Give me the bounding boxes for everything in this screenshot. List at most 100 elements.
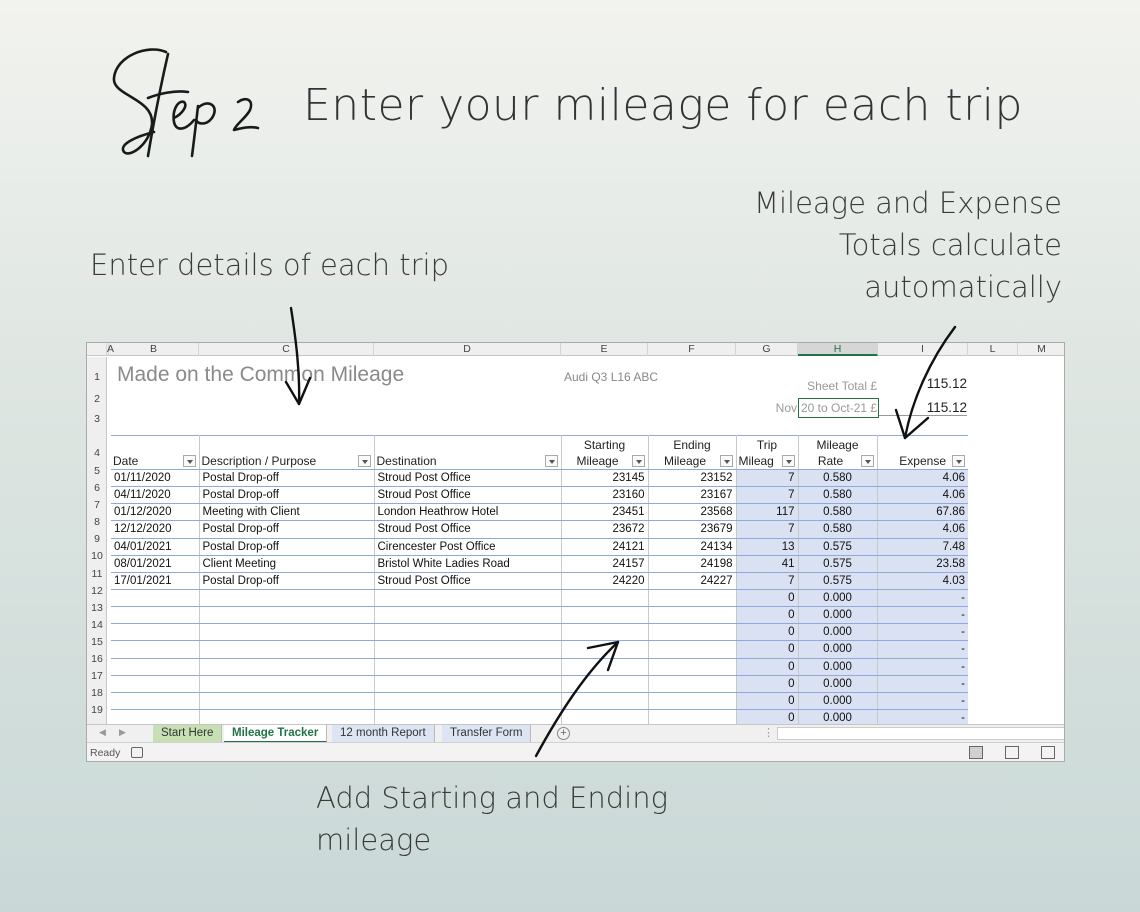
date-cell[interactable]: 01/11/2020 [111, 469, 200, 488]
date-cell[interactable] [111, 589, 200, 608]
normal-view-icon[interactable] [969, 746, 983, 759]
date-cell[interactable] [111, 606, 200, 625]
starting-mileage-cell[interactable] [561, 606, 649, 625]
header-description[interactable]: Description / Purpose [199, 435, 375, 470]
description-cell[interactable] [199, 675, 375, 693]
trip-mileage-cell[interactable]: 7 [736, 520, 799, 539]
trip-mileage-cell[interactable]: 0 [736, 623, 799, 642]
row-header[interactable]: 4 [87, 447, 107, 459]
column-header[interactable]: F [648, 343, 736, 356]
ending-mileage-cell[interactable]: 24227 [648, 572, 737, 590]
ending-mileage-cell[interactable] [648, 606, 737, 625]
header-destination[interactable]: Destination [374, 435, 562, 470]
starting-mileage-cell[interactable] [561, 623, 649, 642]
starting-mileage-cell[interactable]: 23672 [561, 520, 649, 539]
row-header[interactable]: 13 [87, 602, 107, 614]
rate-cell[interactable]: 0.000 [798, 675, 878, 693]
ending-mileage-cell[interactable] [648, 640, 737, 659]
row-header[interactable]: 19 [87, 704, 107, 716]
description-cell[interactable] [199, 623, 375, 642]
rate-cell[interactable]: 0.000 [798, 692, 878, 710]
date-cell[interactable] [111, 675, 200, 693]
trip-mileage-cell[interactable]: 7 [736, 469, 799, 488]
macro-record-icon[interactable] [131, 747, 143, 758]
rate-cell[interactable]: 0.000 [798, 658, 878, 676]
date-cell[interactable]: 08/01/2021 [111, 555, 200, 573]
expense-cell[interactable]: - [877, 606, 968, 625]
destination-cell[interactable]: Bristol White Ladies Road [374, 555, 562, 573]
filter-dropdown-icon[interactable] [631, 455, 645, 467]
column-header[interactable]: H [798, 343, 878, 356]
starting-mileage-cell[interactable]: 23160 [561, 486, 649, 505]
expense-cell[interactable]: 4.03 [877, 572, 968, 590]
trip-mileage-cell[interactable]: 0 [736, 675, 799, 693]
trip-mileage-cell[interactable]: 117 [736, 503, 799, 522]
expense-cell[interactable]: 23.58 [877, 555, 968, 573]
header-trip-mileage[interactable]: Trip Mileag [736, 435, 799, 470]
description-cell[interactable] [199, 640, 375, 659]
date-cell[interactable]: 17/01/2021 [111, 572, 200, 590]
rate-cell[interactable]: 0.575 [798, 538, 878, 556]
date-cell[interactable] [111, 640, 200, 659]
trip-mileage-cell[interactable]: 41 [736, 555, 799, 573]
row-header[interactable]: 18 [87, 687, 107, 699]
starting-mileage-cell[interactable]: 24121 [561, 538, 649, 556]
rate-cell[interactable]: 0.000 [798, 623, 878, 642]
row-header[interactable]: 15 [87, 636, 107, 648]
row-header[interactable]: 3 [87, 413, 107, 425]
description-cell[interactable]: Meeting with Client [199, 503, 375, 522]
sheet-title[interactable]: Made on the Common Mileage [117, 363, 404, 387]
trip-mileage-cell[interactable]: 7 [736, 572, 799, 590]
ending-mileage-cell[interactable]: 23679 [648, 520, 737, 539]
trip-mileage-cell[interactable]: 0 [736, 692, 799, 710]
filter-dropdown-icon[interactable] [860, 455, 874, 467]
column-header[interactable]: E [561, 343, 648, 356]
page-layout-view-icon[interactable] [1005, 746, 1019, 759]
starting-mileage-cell[interactable] [561, 675, 649, 693]
rate-cell[interactable]: 0.580 [798, 486, 878, 505]
trip-mileage-cell[interactable]: 7 [736, 486, 799, 505]
header-expense[interactable]: Expense [877, 435, 968, 470]
expense-cell[interactable]: - [877, 589, 968, 608]
sheet-total-value[interactable]: 115.12 [879, 376, 967, 391]
description-cell[interactable]: Postal Drop-off [199, 538, 375, 556]
starting-mileage-cell[interactable]: 23451 [561, 503, 649, 522]
expense-cell[interactable]: 67.86 [877, 503, 968, 522]
add-sheet-icon[interactable]: + [557, 727, 570, 740]
ending-mileage-cell[interactable] [648, 675, 737, 693]
date-cell[interactable]: 01/12/2020 [111, 503, 200, 522]
ending-mileage-cell[interactable] [648, 692, 737, 710]
filter-dropdown-icon[interactable] [719, 455, 733, 467]
row-header[interactable]: 2 [87, 393, 107, 405]
ending-mileage-cell[interactable]: 24134 [648, 538, 737, 556]
description-cell[interactable]: Postal Drop-off [199, 469, 375, 488]
date-cell[interactable] [111, 623, 200, 642]
trip-mileage-cell[interactable]: 0 [736, 658, 799, 676]
ending-mileage-cell[interactable]: 23167 [648, 486, 737, 505]
date-cell[interactable]: 04/01/2021 [111, 538, 200, 556]
header-starting-mileage[interactable]: Starting Mileage [561, 435, 649, 470]
destination-cell[interactable] [374, 623, 562, 642]
rate-cell[interactable]: 0.000 [798, 606, 878, 625]
row-header[interactable]: 16 [87, 653, 107, 665]
destination-cell[interactable] [374, 640, 562, 659]
expense-cell[interactable]: 4.06 [877, 469, 968, 488]
column-header[interactable]: G [736, 343, 798, 356]
starting-mileage-cell[interactable]: 24220 [561, 572, 649, 590]
trip-mileage-cell[interactable]: 0 [736, 640, 799, 659]
page-break-view-icon[interactable] [1041, 746, 1055, 759]
rate-cell[interactable]: 0.000 [798, 589, 878, 608]
rate-cell[interactable]: 0.580 [798, 520, 878, 539]
range-total-value[interactable]: 115.12 [879, 400, 967, 416]
row-header[interactable]: 17 [87, 670, 107, 682]
tab-start-here[interactable]: Start Here [153, 725, 223, 743]
date-cell[interactable]: 12/12/2020 [111, 520, 200, 539]
description-cell[interactable] [199, 589, 375, 608]
expense-cell[interactable]: - [877, 623, 968, 642]
description-cell[interactable] [199, 606, 375, 625]
destination-cell[interactable]: Cirencester Post Office [374, 538, 562, 556]
row-header[interactable]: 7 [87, 499, 107, 511]
tab-transfer-form[interactable]: Transfer Form [442, 725, 532, 743]
description-cell[interactable] [199, 692, 375, 710]
expense-cell[interactable]: 4.06 [877, 520, 968, 539]
